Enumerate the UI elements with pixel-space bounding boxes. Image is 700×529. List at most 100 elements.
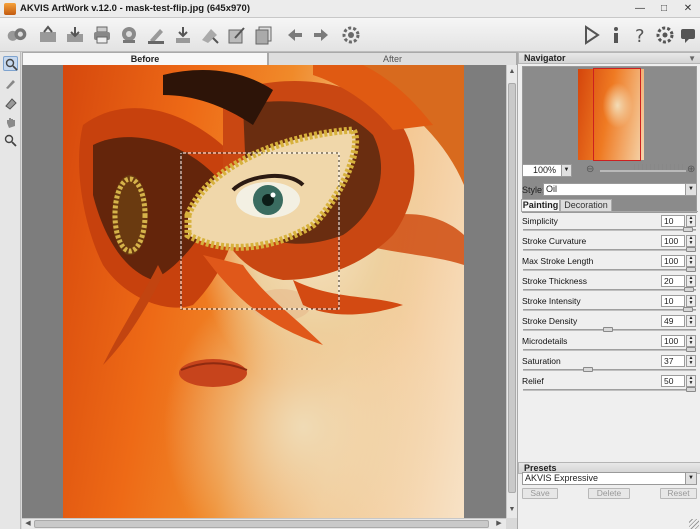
param-slider-track[interactable] [523, 349, 696, 351]
title-bar: AKVIS ArtWork v.12.0 - mask-test-flip.jp… [0, 0, 700, 18]
vertical-scrollbar[interactable]: ▲ ▼ [506, 65, 517, 518]
spinner-icon[interactable]: ▲ ▼ [686, 315, 696, 327]
tab-after[interactable]: After [268, 52, 517, 65]
param-slider-knob[interactable] [686, 387, 696, 392]
param-value-field[interactable]: 10 [661, 295, 685, 307]
tab-decoration[interactable]: Decoration [560, 199, 612, 211]
param-value-field[interactable]: 49 [661, 315, 685, 327]
param-slider-track[interactable] [523, 389, 696, 391]
param-label: Microdetails [522, 336, 568, 346]
settings-gear-icon[interactable] [654, 24, 676, 46]
spinner-icon[interactable]: ▲ ▼ [686, 255, 696, 267]
collapse-caret-icon[interactable]: ▼ [688, 53, 696, 64]
zoom-out-icon[interactable]: ⊖ [586, 164, 594, 176]
chevron-down-icon[interactable]: ▼ [561, 165, 571, 176]
param-label: Stroke Intensity [522, 296, 581, 306]
scroll-down-icon[interactable]: ▼ [507, 505, 517, 515]
spinner-icon[interactable]: ▲ ▼ [686, 335, 696, 347]
param-value-field[interactable]: 100 [661, 255, 685, 267]
param-slider-track[interactable] [523, 309, 696, 311]
scroll-up-icon[interactable]: ▲ [507, 67, 517, 77]
param-value-field[interactable]: 20 [661, 275, 685, 287]
save-stroke-icon[interactable] [172, 24, 194, 46]
open-image-icon[interactable] [37, 24, 59, 46]
chevron-down-icon[interactable]: ▼ [685, 184, 696, 195]
scroll-right-icon[interactable]: ▶ [494, 519, 504, 529]
param-value-field[interactable]: 10 [661, 215, 685, 227]
preset-value: AKVIS Expressive [525, 473, 599, 483]
save-mask-icon[interactable] [226, 24, 248, 46]
print-icon[interactable] [91, 24, 113, 46]
param-slider-knob[interactable] [686, 247, 696, 252]
spinner-icon[interactable]: ▲ ▼ [686, 275, 696, 287]
run-play-icon[interactable] [580, 24, 602, 46]
scroll-left-icon[interactable]: ◀ [23, 519, 33, 529]
batch-icon[interactable] [253, 24, 275, 46]
zoom-select[interactable]: 100% ▼ [522, 164, 572, 177]
resize-grip-icon[interactable] [689, 519, 699, 529]
preferences-gear-icon[interactable] [340, 24, 362, 46]
horizontal-scroll-thumb[interactable] [34, 520, 489, 528]
magnifier-tool-icon[interactable] [3, 133, 18, 148]
param-slider-knob[interactable] [683, 307, 693, 312]
param-value-field[interactable]: 100 [661, 235, 685, 247]
param-row: Stroke Intensity 10 ▲ ▼ [521, 294, 698, 314]
param-label: Max Stroke Length [522, 256, 594, 266]
delete-preset-button[interactable]: Delete [588, 488, 630, 499]
load-stroke-icon[interactable] [145, 24, 167, 46]
zoom-slider-track[interactable] [600, 170, 686, 172]
info-icon[interactable] [605, 24, 627, 46]
undo-arrow-icon[interactable] [284, 24, 306, 46]
chat-bubble-icon[interactable] [677, 24, 699, 46]
horizontal-scrollbar[interactable]: ◀ ▶ [22, 518, 506, 529]
navigator-thumbnail[interactable] [578, 68, 644, 161]
param-label: Stroke Curvature [522, 236, 587, 246]
navigator-view-frame[interactable] [593, 68, 641, 161]
param-slider-knob[interactable] [686, 347, 696, 352]
zoom-in-icon[interactable]: ⊕ [687, 164, 695, 176]
param-value-field[interactable]: 50 [661, 375, 685, 387]
eraser-tool-icon[interactable] [3, 96, 18, 111]
zoom-row: 100% ▼ ⊖ ⊕ [522, 164, 697, 177]
chevron-down-icon[interactable]: ▼ [685, 473, 696, 484]
share-icon[interactable] [118, 24, 140, 46]
save-image-icon[interactable] [64, 24, 86, 46]
param-slider-knob[interactable] [583, 367, 593, 372]
tab-painting[interactable]: Painting [521, 199, 560, 211]
spinner-icon[interactable]: ▲ ▼ [686, 375, 696, 387]
spinner-icon[interactable]: ▲ ▼ [686, 215, 696, 227]
param-slider-track[interactable] [523, 229, 696, 231]
brush-tool-icon[interactable] [3, 76, 18, 91]
param-slider-track[interactable] [523, 369, 696, 371]
param-value-field[interactable]: 37 [661, 355, 685, 367]
close-icon[interactable]: ✕ [676, 0, 700, 18]
vertical-scroll-thumb[interactable] [508, 83, 516, 493]
image-canvas[interactable] [22, 65, 506, 518]
spinner-icon[interactable]: ▲ ▼ [686, 295, 696, 307]
style-select[interactable]: Oil ▼ [543, 183, 697, 196]
reset-preset-button[interactable]: Reset [660, 488, 697, 499]
tab-before[interactable]: Before [22, 52, 268, 65]
param-slider-knob[interactable] [683, 227, 693, 232]
redo-arrow-icon[interactable] [310, 24, 332, 46]
load-mask-icon[interactable] [199, 24, 221, 46]
minimize-icon[interactable]: — [628, 0, 652, 18]
spinner-icon[interactable]: ▲ ▼ [686, 355, 696, 367]
param-slider-track[interactable] [523, 249, 696, 251]
preset-select[interactable]: AKVIS Expressive ▼ [522, 472, 697, 485]
save-preset-button[interactable]: Save [522, 488, 558, 499]
param-slider-knob[interactable] [603, 327, 613, 332]
param-label: Saturation [522, 356, 561, 366]
maximize-icon[interactable]: □ [652, 0, 676, 18]
style-label: Style: [522, 185, 545, 195]
param-slider-knob[interactable] [684, 287, 694, 292]
param-slider-track[interactable] [523, 289, 696, 291]
param-slider-knob[interactable] [686, 267, 696, 272]
photo-image[interactable] [63, 65, 464, 518]
param-slider-track[interactable] [523, 269, 696, 271]
param-value-field[interactable]: 100 [661, 335, 685, 347]
zoom-nav-tool-icon[interactable] [3, 56, 18, 71]
help-icon[interactable]: ? [630, 24, 652, 46]
spinner-icon[interactable]: ▲ ▼ [686, 235, 696, 247]
hand-tool-icon[interactable] [3, 115, 18, 130]
